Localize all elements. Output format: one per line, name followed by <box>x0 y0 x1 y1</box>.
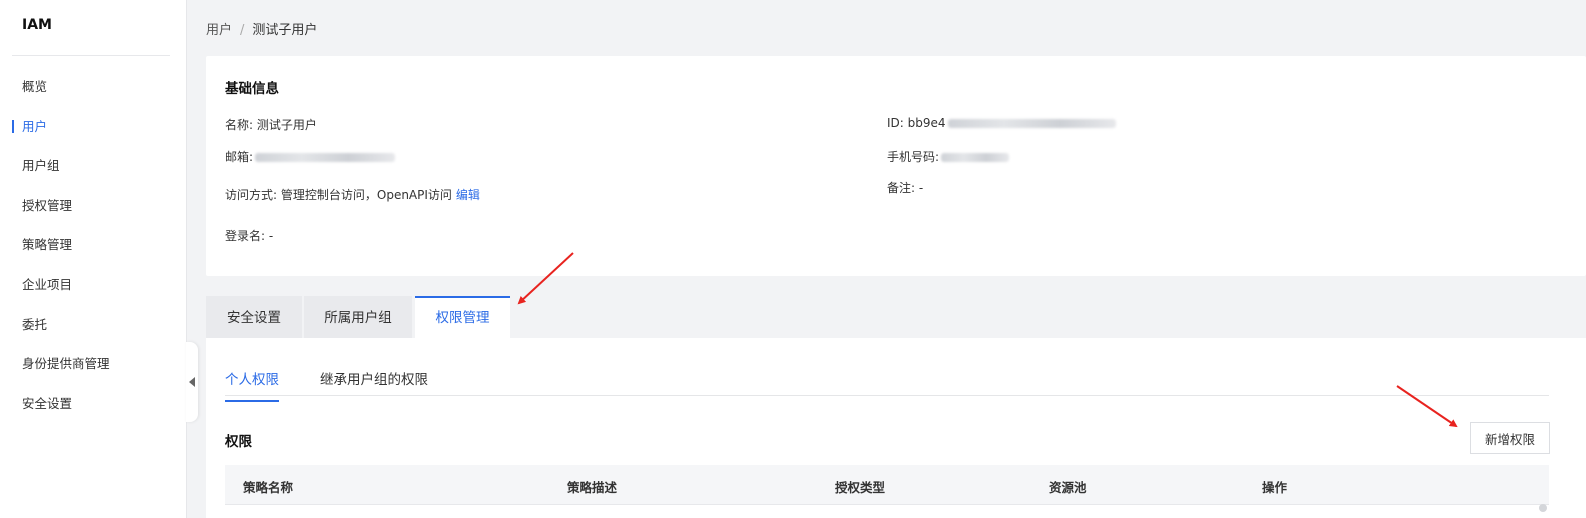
app-brand: IAM <box>22 17 52 33</box>
brand-divider <box>12 55 170 56</box>
tab-permission-management[interactable]: 权限管理 <box>415 296 510 338</box>
phone-label: 手机号码: <box>887 150 940 164</box>
note-label: 备注: <box>887 181 916 195</box>
tab-security-settings[interactable]: 安全设置 <box>206 296 302 338</box>
sidebar-item-security-settings[interactable]: 安全设置 <box>0 384 186 424</box>
sidebar-item-delegation[interactable]: 委托 <box>0 305 186 345</box>
id-label: ID: <box>887 116 904 130</box>
email-redacted <box>255 153 396 162</box>
note-value: - <box>918 181 924 195</box>
sidebar-item-enterprise-projects[interactable]: 企业项目 <box>0 265 186 305</box>
name-label: 名称: <box>225 118 254 132</box>
email-label: 邮箱: <box>225 150 254 164</box>
sidebar-nav: 概览 用户 用户组 授权管理 策略管理 企业项目 委托 身份提供商管理 安全设置 <box>0 67 186 423</box>
id-redacted <box>947 119 1116 128</box>
breadcrumb: 用户 / 测试子用户 <box>206 19 317 38</box>
login-value: - <box>268 229 274 243</box>
phone-redacted <box>941 153 1010 162</box>
scrollbar-thumb[interactable] <box>1539 504 1547 512</box>
phone-field: 手机号码: <box>887 148 1010 165</box>
sidebar-item-user-groups[interactable]: 用户组 <box>0 146 186 186</box>
id-field: ID: bb9e4 <box>887 116 1116 130</box>
permissions-title: 权限 <box>225 434 252 450</box>
column-authorization-type[interactable]: 授权类型 <box>835 477 885 496</box>
add-permission-button[interactable]: 新增权限 <box>1470 422 1550 454</box>
breadcrumb-separator: / <box>240 23 245 38</box>
basic-info-card: 基础信息 名称: 测试子用户 邮箱: 访问方式: 管理控制台访问，OpenAPI… <box>206 56 1586 276</box>
sidebar-item-authorization[interactable]: 授权管理 <box>0 186 186 226</box>
basic-info-title: 基础信息 <box>225 81 279 97</box>
subtab-inherited-permissions[interactable]: 继承用户组的权限 <box>320 368 428 400</box>
permission-subtabs: 个人权限 继承用户组的权限 <box>225 356 1549 402</box>
sidebar-item-users[interactable]: 用户 <box>0 107 186 147</box>
id-value: bb9e4 <box>907 116 946 130</box>
tab-user-groups[interactable]: 所属用户组 <box>304 296 412 338</box>
login-label: 登录名: <box>225 229 266 243</box>
note-field: 备注: - <box>887 179 923 196</box>
permission-panel: 个人权限 继承用户组的权限 权限 新增权限 策略名称 策略描述 授权类型 资源池… <box>206 338 1586 518</box>
name-field: 名称: 测试子用户 <box>225 116 317 133</box>
sidebar-item-identity-providers[interactable]: 身份提供商管理 <box>0 344 186 384</box>
sidebar: IAM 概览 用户 用户组 授权管理 策略管理 企业项目 委托 身份提供商管理 … <box>0 0 187 518</box>
breadcrumb-parent-link[interactable]: 用户 <box>206 23 232 38</box>
column-policy-description[interactable]: 策略描述 <box>567 477 617 496</box>
column-resource-pool[interactable]: 资源池 <box>1049 477 1087 496</box>
sidebar-item-policies[interactable]: 策略管理 <box>0 225 186 265</box>
column-actions[interactable]: 操作 <box>1262 477 1287 496</box>
access-label: 访问方式: <box>225 188 278 202</box>
column-policy-name[interactable]: 策略名称 <box>243 477 293 496</box>
login-field: 登录名: - <box>225 227 273 244</box>
sidebar-collapse-icon[interactable] <box>186 342 198 422</box>
name-value: 测试子用户 <box>256 118 317 132</box>
subtab-personal-permissions[interactable]: 个人权限 <box>225 368 279 402</box>
access-value: 管理控制台访问，OpenAPI访问 <box>280 188 452 202</box>
sidebar-item-overview[interactable]: 概览 <box>0 67 186 107</box>
breadcrumb-current: 测试子用户 <box>252 23 318 38</box>
permissions-table-header: 策略名称 策略描述 授权类型 资源池 操作 <box>225 465 1549 505</box>
access-field: 访问方式: 管理控制台访问，OpenAPI访问 编辑 <box>225 186 480 203</box>
email-field: 邮箱: <box>225 148 396 165</box>
access-edit-link[interactable]: 编辑 <box>456 188 480 202</box>
